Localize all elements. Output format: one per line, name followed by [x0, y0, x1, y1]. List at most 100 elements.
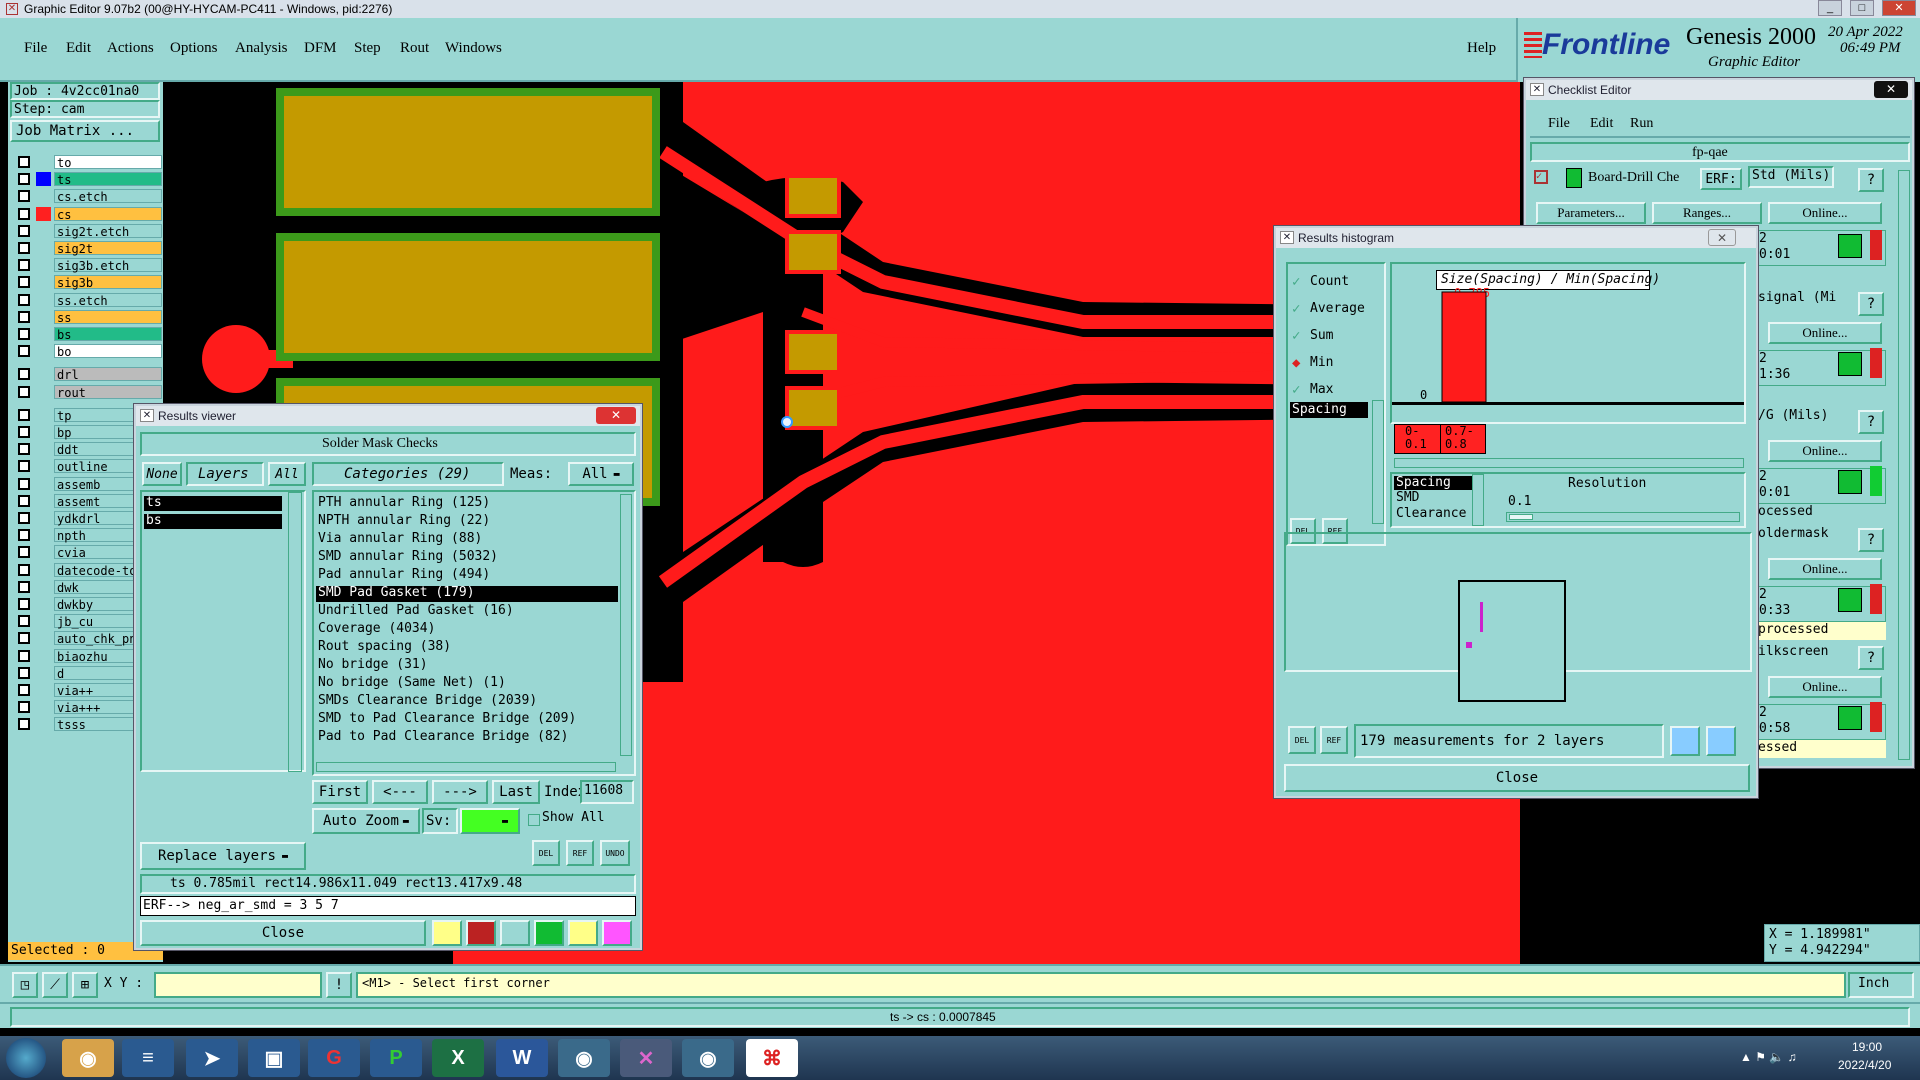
menu-edit[interactable]: Edit	[66, 40, 91, 57]
histogram-list-item-0[interactable]: Spacing	[1292, 402, 1347, 417]
layer-color-chip[interactable]	[36, 367, 51, 382]
export-icon[interactable]	[1670, 726, 1700, 756]
layer-checkbox[interactable]	[18, 443, 30, 456]
grid-icon[interactable]: ⊞	[72, 972, 98, 998]
layer-color-chip[interactable]	[36, 309, 51, 324]
menu-actions[interactable]: Actions	[107, 40, 154, 57]
preview-del-button[interactable]: DEL	[1288, 726, 1316, 754]
layer-checkbox[interactable]	[18, 512, 30, 524]
menu-step[interactable]: Step	[354, 40, 381, 57]
layer-checkbox[interactable]	[18, 224, 30, 237]
layer-checkbox[interactable]	[18, 718, 30, 731]
sub-list-item-2[interactable]: Clearance	[1396, 506, 1466, 521]
layer-checkbox[interactable]	[18, 598, 30, 610]
prev-button[interactable]: <---	[372, 780, 428, 804]
category-item[interactable]: SMD Pad Gasket (179)	[316, 585, 618, 602]
histogram-close-icon[interactable]: ✕	[1708, 229, 1736, 246]
sv-select[interactable]: ▬	[460, 808, 520, 834]
layer-row-cs[interactable]: cs	[12, 206, 162, 222]
checklist-menu-file[interactable]: File	[1548, 116, 1570, 132]
help-button-2[interactable]: ?	[1858, 292, 1884, 316]
layer-color-chip[interactable]	[36, 562, 51, 577]
layer-checkbox[interactable]	[18, 276, 30, 289]
result-layer-0[interactable]: ts	[146, 495, 162, 510]
job-matrix-button[interactable]: Job Matrix ...	[10, 120, 160, 142]
layer-row-cs.etch[interactable]: cs.etch	[12, 188, 162, 204]
checklist-menu-edit[interactable]: Edit	[1590, 116, 1613, 132]
category-item[interactable]: SMD to Pad Clearance Bridge (209)	[316, 711, 618, 728]
category-item[interactable]: No bridge (31)	[316, 657, 618, 674]
layer-color-chip[interactable]	[36, 700, 51, 715]
layer-checkbox[interactable]	[18, 615, 30, 628]
alert-icon[interactable]: !	[326, 972, 352, 998]
checklist-close-icon[interactable]: ✕	[1874, 81, 1908, 98]
menu-dfm[interactable]: DFM	[304, 40, 337, 57]
layer-color-chip[interactable]	[36, 275, 51, 290]
word-icon[interactable]: W	[496, 1039, 548, 1077]
start-icon[interactable]	[6, 1038, 46, 1078]
layer-color-chip[interactable]	[36, 384, 51, 399]
layer-color-chip[interactable]	[36, 459, 51, 474]
layer-color-chip[interactable]	[36, 683, 51, 697]
resolution-slider[interactable]	[1506, 512, 1740, 522]
layer-color-chip[interactable]	[36, 476, 51, 491]
layer-color-chip[interactable]	[36, 155, 51, 169]
layer-checkbox[interactable]	[18, 328, 30, 340]
ranges-button[interactable]: Ranges...	[1652, 202, 1762, 224]
layer-row-bo[interactable]: bo	[12, 343, 162, 359]
layer-checkbox[interactable]	[18, 666, 30, 679]
layer-row-ts[interactable]: ts	[12, 171, 162, 187]
layer-color-chip[interactable]	[36, 631, 51, 646]
category-item[interactable]: Undrilled Pad Gasket (16)	[316, 603, 618, 620]
publisher-icon[interactable]: P	[370, 1039, 422, 1077]
maximize-button[interactable]: □	[1850, 0, 1874, 16]
online-button-2[interactable]: Online...	[1768, 322, 1882, 344]
category-item[interactable]: Rout spacing (38)	[316, 639, 618, 656]
layer-checkbox[interactable]	[18, 632, 30, 645]
layer-checkbox[interactable]	[18, 580, 30, 593]
layer-color-chip[interactable]	[36, 172, 51, 187]
layer-checkbox[interactable]	[18, 310, 30, 323]
layer-checkbox[interactable]	[18, 563, 30, 576]
layer-checkbox[interactable]	[18, 242, 30, 254]
zoom-icon-0[interactable]	[1838, 234, 1862, 258]
layer-checkbox[interactable]	[18, 546, 30, 559]
category-item[interactable]: PTH annular Ring (125)	[316, 495, 618, 512]
layer-row-sig3b[interactable]: sig3b	[12, 274, 162, 290]
histogram-close-button[interactable]: Close	[1284, 764, 1750, 792]
layer-color-chip[interactable]	[36, 327, 51, 341]
layer-checkbox[interactable]	[18, 494, 30, 507]
layer-color-chip[interactable]	[36, 648, 51, 663]
auto-zoom-select[interactable]: Auto Zoom ▬	[312, 808, 420, 834]
layer-checkbox[interactable]	[18, 477, 30, 490]
index-input[interactable]: 11608	[584, 783, 623, 798]
results-close-button[interactable]: Close	[140, 920, 426, 946]
menu-rout[interactable]: Rout	[400, 40, 429, 57]
layer-color-chip[interactable]	[36, 407, 51, 422]
layer-checkbox[interactable]	[18, 684, 30, 696]
layer-color-chip[interactable]	[36, 241, 51, 255]
layer-color-chip[interactable]	[36, 579, 51, 594]
bin-1[interactable]: 0.7- 0.8	[1440, 424, 1486, 454]
layer-checkbox[interactable]	[18, 259, 30, 272]
refresh-icon[interactable]	[534, 920, 564, 946]
show-all-checkbox[interactable]	[528, 814, 540, 826]
layer-checkbox[interactable]	[18, 345, 30, 358]
layer-color-chip[interactable]	[36, 206, 51, 221]
layer-row-sig2t.etch[interactable]: sig2t.etch	[12, 223, 162, 239]
all-button[interactable]: All	[268, 462, 306, 486]
layer-checkbox[interactable]	[18, 408, 30, 421]
next-button[interactable]: --->	[432, 780, 488, 804]
online-button-1[interactable]: Online...	[1768, 202, 1882, 224]
layer-color-chip[interactable]	[36, 223, 51, 238]
genesis-icon[interactable]: ✕	[620, 1039, 672, 1077]
layer-row-drl[interactable]: drl	[12, 366, 162, 382]
layer-color-chip[interactable]	[36, 344, 51, 359]
checklist-scrollbar[interactable]	[1898, 170, 1910, 760]
layer-row-to[interactable]: to	[12, 154, 162, 170]
layer-checkbox[interactable]	[18, 649, 30, 662]
zoom-icon-4[interactable]	[1838, 706, 1862, 730]
zoom-fit-icon[interactable]	[1706, 726, 1736, 756]
check-icon[interactable]: ✓	[1534, 170, 1548, 184]
last-button[interactable]: Last	[492, 780, 540, 804]
